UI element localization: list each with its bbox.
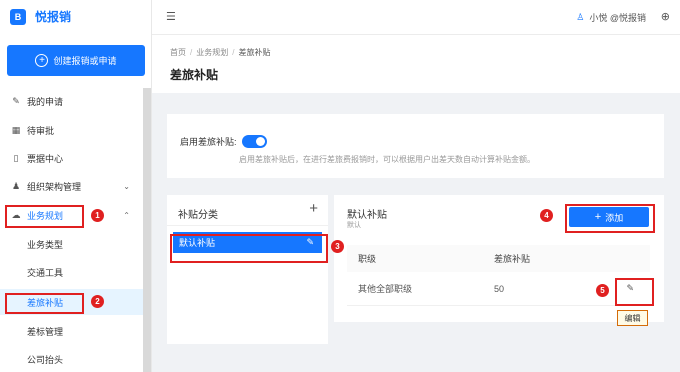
app-name: 悦报销 (35, 10, 72, 24)
sidebar-subitem-label: 公司抬头 (27, 354, 64, 365)
detail-panel-subtitle: 默认 (347, 222, 361, 229)
sidebar-subitem-label: 交通工具 (27, 267, 64, 278)
table-header: 职级 差旅补贴 (347, 245, 650, 272)
page-header: 首页 / 业务规划 / 差旅补贴 差旅补贴 (152, 35, 680, 93)
user-label: 小悦 @悦报销 (589, 13, 646, 23)
menu-fold-icon[interactable]: ☰ (166, 10, 176, 23)
step-badge-4: 4 (540, 209, 553, 222)
step-badge-5: 5 (596, 284, 609, 297)
breadcrumb-business-planning[interactable]: 业务规划 (196, 48, 228, 57)
user-menu[interactable]: ♙ 小悦 @悦报销 (576, 11, 646, 24)
sidebar-subitem-transport[interactable]: 交通工具 (0, 259, 146, 285)
enable-allowance-row: 启用差旅补贴: (180, 135, 267, 148)
topbar: ☰ ♙ 小悦 @悦报销 ⊕ (152, 0, 680, 35)
divider (167, 225, 328, 226)
sidebar: B 悦报销 + 创建报销或申请 ✎ 我的申请 ▦ 待审批 ▯ 票据中心 ♟ 组织… (0, 0, 152, 372)
step-badge-1: 1 (91, 209, 104, 222)
breadcrumb-separator: / (190, 48, 193, 57)
breadcrumb-separator: / (232, 48, 235, 57)
page-title: 差旅补贴 (170, 68, 219, 82)
breadcrumb: 首页 / 业务规划 / 差旅补贴 (170, 47, 270, 58)
breadcrumb-home[interactable]: 首页 (170, 48, 186, 57)
edit-icon: ✎ (12, 95, 20, 106)
chevron-down-icon: ⌄ (123, 181, 130, 191)
sidebar-item-label: 组织架构管理 (27, 181, 82, 192)
create-request-label: 创建报销或申请 (53, 56, 117, 66)
highlight-default-category (170, 234, 328, 263)
sidebar-item-label: 待审批 (27, 125, 55, 136)
sidebar-scrollbar[interactable] (143, 88, 151, 372)
edit-tooltip: 编辑 (617, 310, 648, 326)
sidebar-item-label: 票据中心 (27, 153, 64, 164)
highlight-travel-allowance (5, 293, 84, 314)
enable-allowance-card: 启用差旅补贴: 启用差旅补贴后，在进行差旅费报销时，可以根据用户出差天数自动计算… (167, 114, 664, 178)
org-icon: ♟ (11, 180, 21, 191)
step-badge-3: 3 (331, 240, 344, 253)
user-icon: ♙ (576, 12, 585, 22)
logo-icon: B (10, 8, 26, 25)
column-header-allowance: 差旅补贴 (494, 254, 531, 264)
highlight-business-planning (5, 205, 84, 228)
sidebar-item-receipt-center[interactable]: ▯ 票据中心 (0, 145, 146, 171)
category-panel: 补贴分类 + 默认补贴 ✎ (167, 195, 328, 344)
sidebar-subitem-company-header[interactable]: 公司抬头 (0, 346, 146, 372)
add-category-icon[interactable]: + (309, 201, 318, 216)
sidebar-item-my-requests[interactable]: ✎ 我的申请 (0, 88, 146, 114)
enable-allowance-toggle[interactable] (241, 135, 267, 148)
highlight-add-button (565, 204, 655, 233)
create-request-button[interactable]: + 创建报销或申请 (7, 45, 145, 76)
cell-level: 其他全部职级 (358, 284, 413, 294)
globe-icon[interactable]: ⊕ (661, 10, 670, 23)
detail-panel-title: 默认补贴 (347, 210, 387, 221)
sidebar-subitem-business-types[interactable]: 业务类型 (0, 231, 146, 257)
enable-allowance-label: 启用差旅补贴: (180, 137, 237, 147)
category-panel-title: 补贴分类 (178, 210, 218, 221)
sidebar-item-pending-approval[interactable]: ▦ 待审批 (0, 117, 146, 143)
enable-allowance-hint: 启用差旅补贴后，在进行差旅费报销时，可以根据用户出差天数自动计算补贴金额。 (239, 155, 535, 164)
sidebar-subitem-label: 差标管理 (27, 326, 64, 337)
plus-circle-icon: + (35, 54, 49, 67)
column-header-level: 职级 (358, 254, 377, 264)
breadcrumb-current: 差旅补贴 (238, 48, 271, 57)
step-badge-2: 2 (91, 295, 104, 308)
chevron-up-icon: ⌃ (123, 210, 130, 220)
highlight-row-edit (615, 278, 654, 306)
cell-allowance: 50 (494, 283, 505, 294)
sidebar-subitem-label: 业务类型 (27, 239, 64, 250)
grid-icon: ▦ (11, 124, 21, 135)
sidebar-item-label: 我的申请 (27, 96, 64, 107)
sidebar-item-org-management[interactable]: ♟ 组织架构管理 ⌄ (0, 173, 146, 199)
sidebar-subitem-travel-standards[interactable]: 差标管理 (0, 318, 146, 344)
app-logo[interactable]: B 悦报销 (10, 8, 71, 25)
document-icon: ▯ (13, 152, 19, 163)
